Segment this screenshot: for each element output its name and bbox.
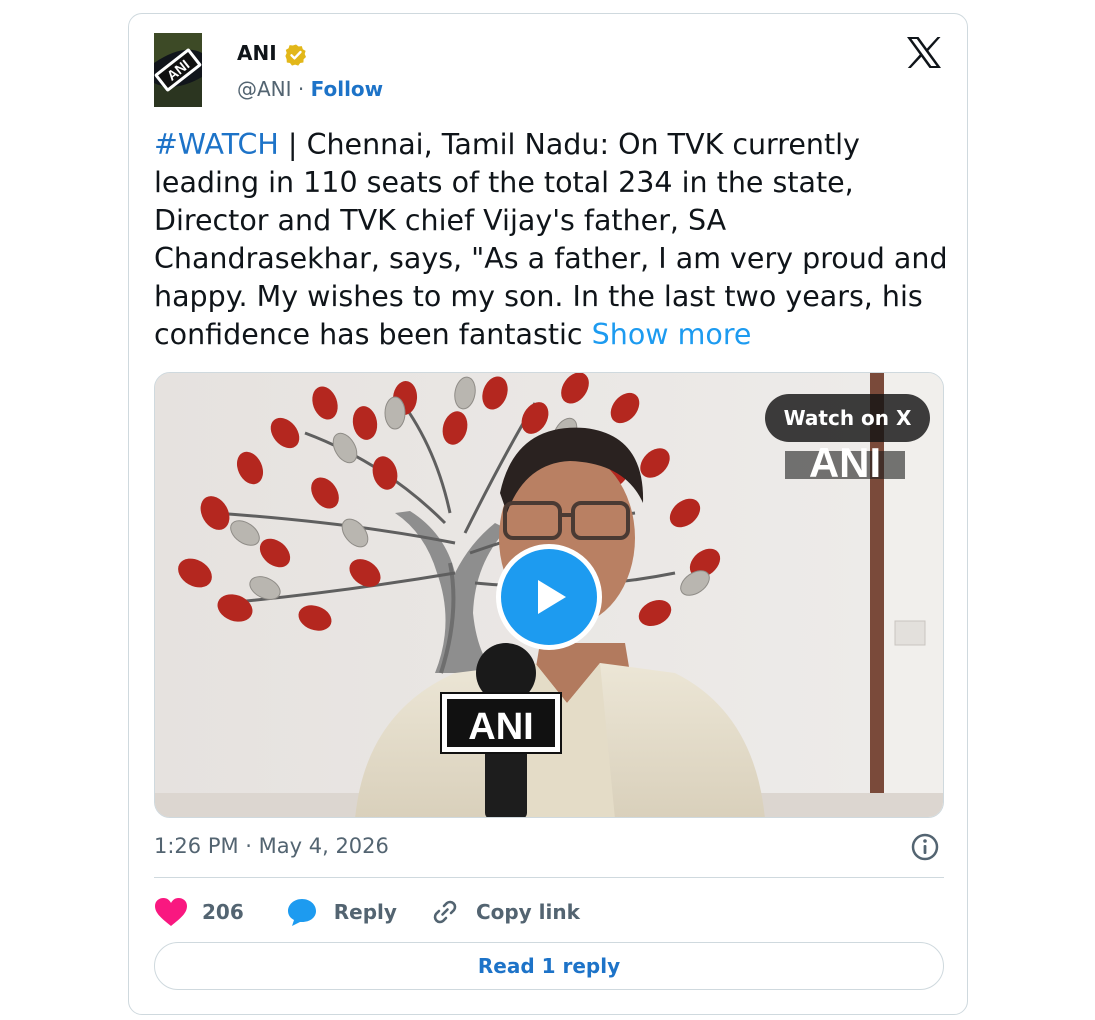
handle-separator: · bbox=[297, 77, 305, 101]
divider bbox=[154, 877, 944, 878]
reply-button[interactable]: Reply bbox=[286, 897, 397, 927]
tweet-card: ANI ANI @ANI · Follow #WATCH | Chennai, … bbox=[128, 13, 968, 1015]
handle-row: @ANI · Follow bbox=[237, 77, 383, 101]
tweet-body: | Chennai, Tamil Nadu: On TVK currently … bbox=[154, 128, 948, 351]
reply-label: Reply bbox=[333, 900, 397, 924]
heart-icon bbox=[154, 897, 188, 927]
copy-link-button[interactable]: Copy link bbox=[430, 897, 580, 927]
copy-link-label: Copy link bbox=[475, 900, 580, 924]
author-handle[interactable]: @ANI bbox=[237, 77, 292, 101]
read-replies-button[interactable]: Read 1 reply bbox=[154, 942, 944, 990]
video-watermark-text: ANI bbox=[809, 439, 881, 486]
mic-flag-text: ANI bbox=[468, 706, 533, 748]
action-bar: 206 Reply Copy link bbox=[154, 894, 580, 930]
x-logo-icon[interactable] bbox=[906, 36, 942, 69]
video-thumbnail[interactable]: ANI ANI Watch on X bbox=[154, 372, 944, 818]
author-name[interactable]: ANI bbox=[237, 41, 277, 65]
hashtag-link[interactable]: #WATCH bbox=[154, 128, 279, 161]
reply-bubble-icon bbox=[286, 897, 318, 927]
author-avatar[interactable]: ANI bbox=[154, 33, 202, 107]
play-icon bbox=[538, 580, 566, 614]
link-icon bbox=[430, 897, 460, 927]
like-count: 206 bbox=[202, 900, 244, 924]
like-button[interactable]: 206 bbox=[154, 897, 244, 927]
tweet-text: #WATCH | Chennai, Tamil Nadu: On TVK cur… bbox=[154, 126, 954, 354]
info-icon[interactable] bbox=[910, 832, 940, 862]
follow-button[interactable]: Follow bbox=[311, 77, 384, 101]
verified-badge-icon bbox=[284, 43, 308, 67]
show-more-link[interactable]: Show more bbox=[592, 318, 752, 351]
play-button[interactable] bbox=[496, 544, 602, 650]
watch-on-x-button[interactable]: Watch on X bbox=[765, 394, 930, 442]
tweet-timestamp[interactable]: 1:26 PM · May 4, 2026 bbox=[154, 834, 389, 858]
